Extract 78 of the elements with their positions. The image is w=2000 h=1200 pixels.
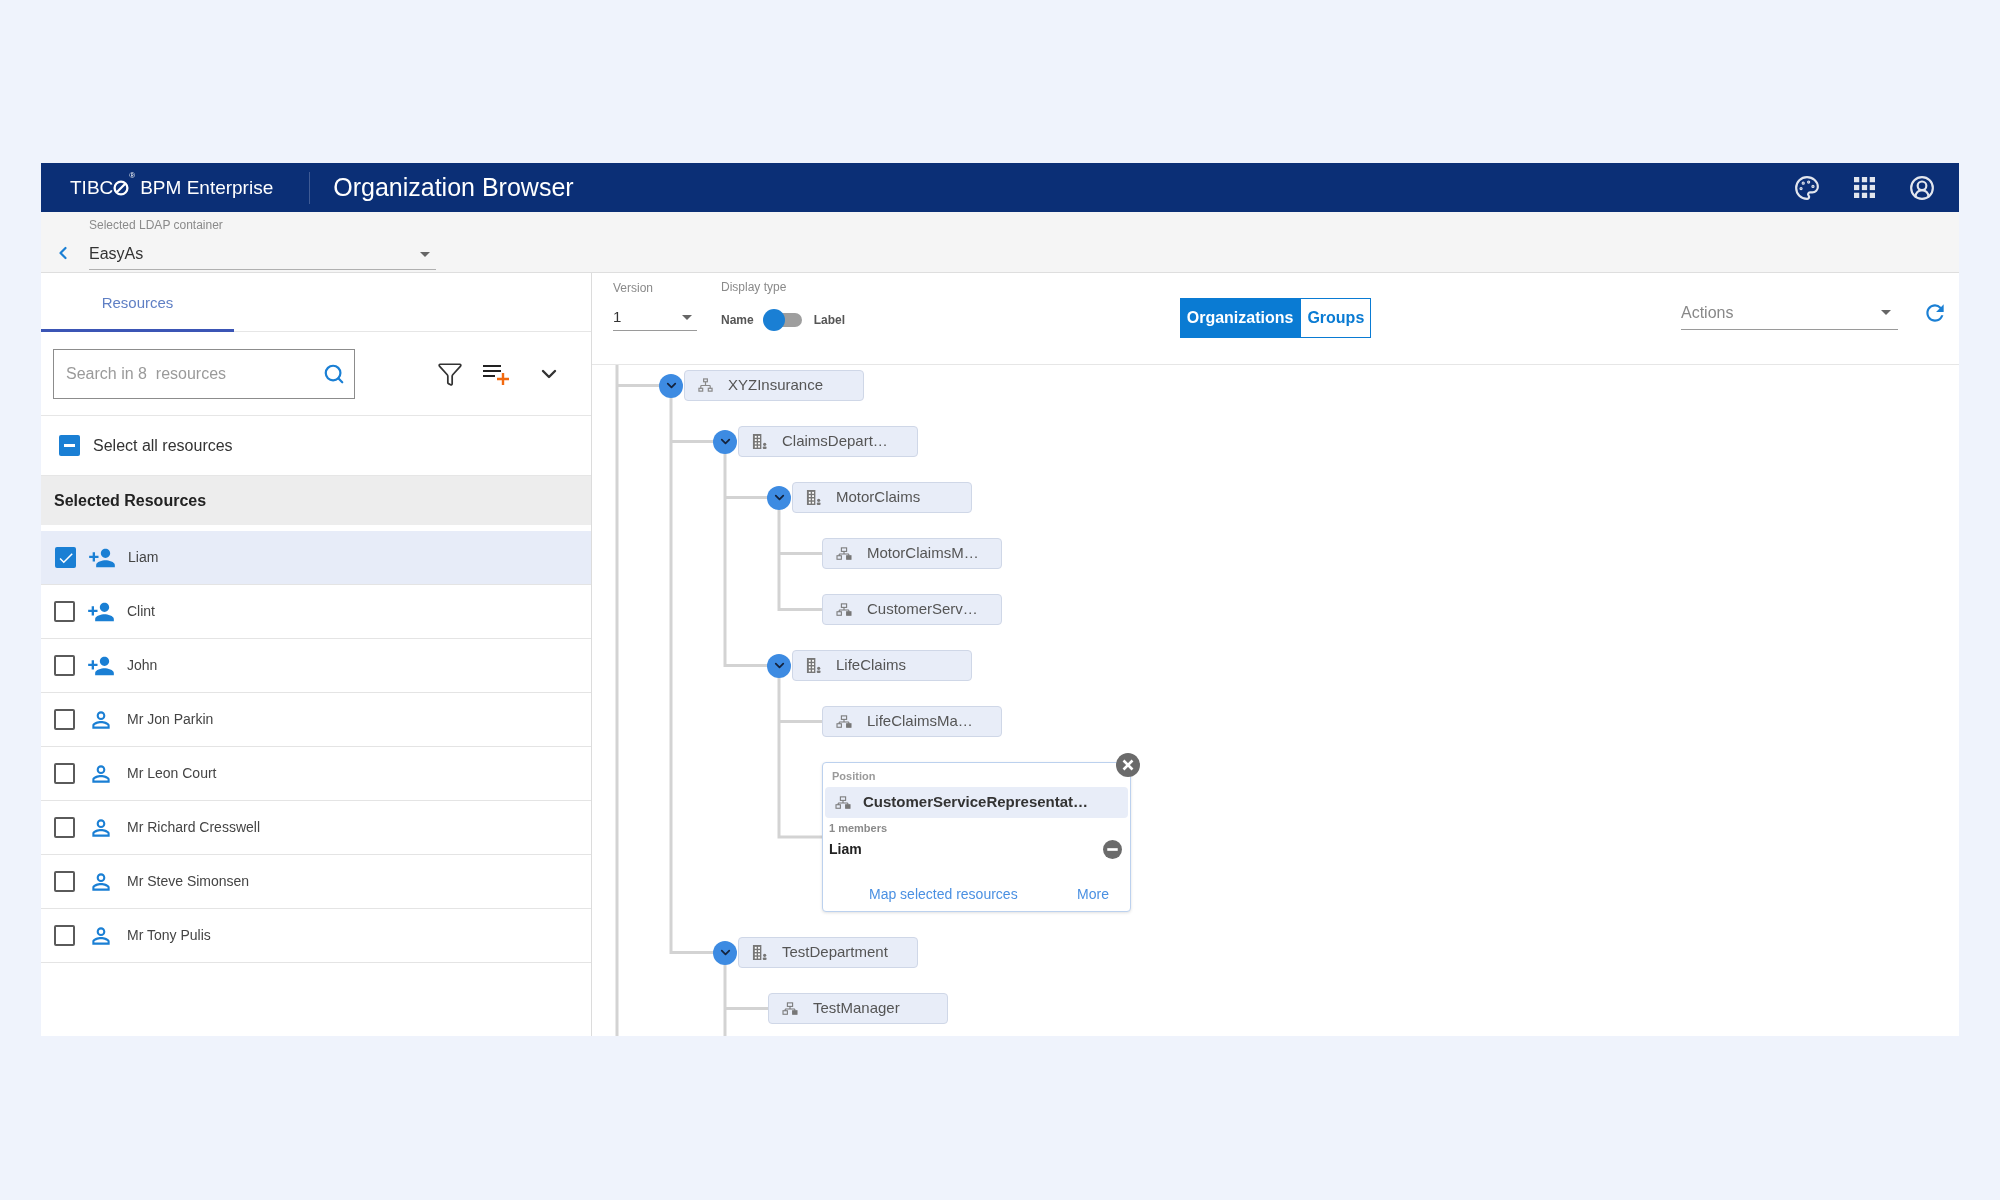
container-select[interactable]: EasyAs [89,239,436,270]
row-checkbox[interactable] [54,763,75,784]
expand-toggle[interactable] [713,429,737,454]
view-tab[interactable]: Organizations [1179,298,1301,338]
org-chart-icon [782,1001,798,1016]
card-link[interactable]: Map selected resources [869,884,1018,905]
field-label: Display type [721,280,788,295]
card-link[interactable]: More [1077,884,1109,905]
version-select[interactable]: 1 [613,305,697,331]
remove-icon[interactable] [1103,840,1122,859]
toggle-label: Name [721,312,754,329]
tree-node[interactable]: CustomerServ… [822,594,1002,625]
caret-down-icon [682,315,692,320]
resource-name: Mr Leon Court [127,764,217,783]
row-checkbox[interactable] [54,871,75,892]
tree-node[interactable]: LifeClaimsMa… [822,706,1002,737]
toggle-label: Label [813,312,846,329]
minus-icon [64,444,75,447]
expand-toggle[interactable] [767,653,791,678]
resource-name: John [127,656,158,675]
view-tab[interactable]: Groups [1300,298,1372,338]
registered-mark: ® [129,172,136,180]
tree-node[interactable]: ClaimsDepart… [738,426,918,457]
filter-icon[interactable] [437,360,463,387]
resource-name: Mr Richard Cresswell [127,818,261,837]
tree-node[interactable]: LifeClaims [792,650,972,681]
row-checkbox[interactable] [54,601,75,622]
tree-node[interactable]: TestDepartment [738,937,918,968]
resource-name: Mr Steve Simonsen [127,872,250,891]
select-all-label: Select all resources [93,435,233,456]
apps-grid-icon[interactable] [1854,177,1875,198]
tree-node[interactable]: MotorClaimsM… [822,538,1002,569]
tree-node[interactable]: XYZInsurance [684,370,864,401]
row-checkbox[interactable] [55,547,76,568]
row-checkbox[interactable] [54,655,75,676]
expand-toggle[interactable] [659,373,683,398]
card-type-label: Position [831,769,877,784]
caret-down-icon [420,251,430,257]
member-name: Liam [829,840,862,859]
search-field[interactable]: Search in 8 resources [53,348,355,399]
member-count: 1 members [828,821,889,835]
section-title: Selected Resources [41,476,591,525]
ring-logo-icon [113,179,130,196]
org-chart-icon [836,602,852,617]
resource-name: Mr Tony Pulis [127,926,211,945]
field-label: Version [613,281,655,296]
building-icon [752,944,767,961]
panel-tab[interactable]: Resources [41,274,234,332]
brand-text: TIBC [70,178,114,197]
tree-node[interactable]: MotorClaims [792,482,972,513]
page-title: Organization Browser [333,175,574,200]
resource-name: Clint [127,602,155,621]
search-icon [323,362,345,385]
select-all-checkbox[interactable] [59,435,80,456]
building-icon [806,657,821,674]
org-chart-icon [836,714,852,729]
building-icon [752,433,767,450]
resource-name: Mr Jon Parkin [127,710,214,729]
tree-node[interactable]: TestManager [768,993,948,1024]
expand-toggle[interactable] [767,485,791,510]
resource-name: Liam [128,548,159,567]
row-checkbox[interactable] [54,709,75,730]
row-checkbox[interactable] [54,925,75,946]
org-chart-icon [836,546,852,561]
caret-down-icon [1881,310,1891,315]
field-label: Selected LDAP container [89,218,224,233]
actions-select[interactable]: Actions [1681,296,1898,330]
palette-icon[interactable] [1794,174,1820,201]
product-name: BPM Enterprise [140,178,274,197]
expand-toggle[interactable] [713,940,737,965]
building-icon [806,489,821,506]
close-icon[interactable] [1116,753,1140,777]
resource-row[interactable]: Liam [41,531,591,585]
hierarchy-icon [698,378,713,393]
position-title[interactable]: CustomerServiceRepresentat… [825,787,1128,818]
org-chart-icon [835,795,851,810]
row-checkbox[interactable] [54,817,75,838]
account-icon[interactable] [1909,174,1935,201]
